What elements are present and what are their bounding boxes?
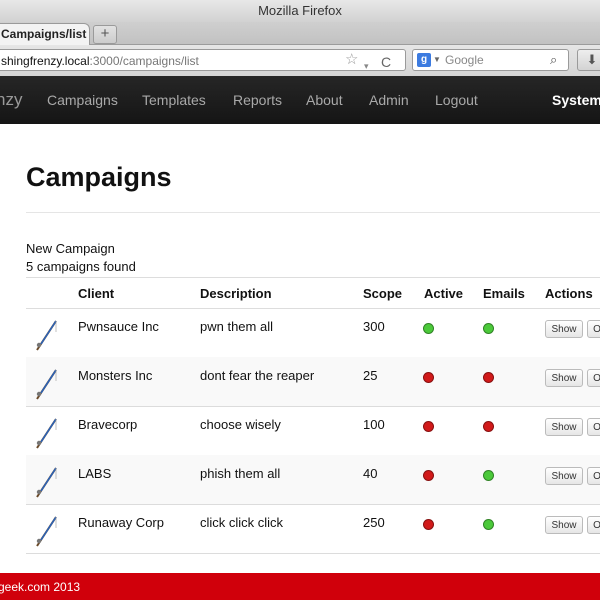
tab-strip: Campaigns/list + xyxy=(0,22,600,45)
emails-status-icon xyxy=(483,372,494,383)
table-row: Bravecorp choose wisely 100 Show O xyxy=(26,406,600,456)
emails-status-icon xyxy=(483,470,494,481)
show-button[interactable]: Show xyxy=(545,320,583,338)
nav-reports[interactable]: Reports xyxy=(233,92,282,108)
nav-about[interactable]: About xyxy=(306,92,343,108)
url-path: :3000/campaigns/list xyxy=(89,54,199,68)
show-button[interactable]: Show xyxy=(545,369,583,387)
client-cell: Monsters Inc xyxy=(78,368,153,383)
table-row: LABS phish them all 40 Show O xyxy=(26,455,600,505)
active-status-icon xyxy=(423,323,434,334)
url-dropdown-icon[interactable]: ▾ xyxy=(364,55,369,70)
description-cell: phish them all xyxy=(200,466,281,481)
new-campaign-link[interactable]: New Campaign xyxy=(26,241,115,256)
nav-logout[interactable]: Logout xyxy=(435,92,478,108)
search-engine-dropdown-icon[interactable]: ▼ xyxy=(433,50,441,70)
description-cell: pwn them all xyxy=(200,319,273,334)
client-cell: LABS xyxy=(78,466,112,481)
url-bar[interactable]: shingfrenzy.local:3000/campaigns/list ☆ … xyxy=(0,49,406,71)
description-cell: click click click xyxy=(200,515,284,530)
scope-cell: 250 xyxy=(363,515,385,530)
header-actions: Actions xyxy=(545,286,593,301)
active-status-icon xyxy=(423,519,434,530)
description-cell: dont fear the reaper xyxy=(200,368,315,383)
url-host: shingfrenzy.local xyxy=(1,54,90,68)
browser-toolbar: shingfrenzy.local:3000/campaigns/list ☆ … xyxy=(0,45,600,77)
show-button[interactable]: Show xyxy=(545,516,583,534)
google-icon[interactable]: g xyxy=(417,53,431,67)
fishing-rod-icon xyxy=(32,367,58,401)
window-title: Mozilla Firefox xyxy=(0,0,600,23)
emails-status-icon xyxy=(483,323,494,334)
options-button[interactable]: O xyxy=(587,369,600,387)
divider xyxy=(26,212,600,213)
header-scope: Scope xyxy=(363,286,403,301)
active-status-icon xyxy=(423,372,434,383)
nav-admin[interactable]: Admin xyxy=(369,92,409,108)
scope-cell: 25 xyxy=(363,368,378,383)
description-cell: choose wisely xyxy=(200,417,281,432)
table-row: Pwnsauce Inc pwn them all 300 Show O xyxy=(26,308,600,358)
emails-status-icon xyxy=(483,519,494,530)
footer: geek.com 2013 xyxy=(0,573,600,600)
footer-text: geek.com 2013 xyxy=(0,580,81,594)
fishing-rod-icon xyxy=(32,465,58,499)
options-button[interactable]: O xyxy=(587,516,600,534)
header-emails: Emails xyxy=(483,286,525,301)
scope-cell: 300 xyxy=(363,319,385,334)
fishing-rod-icon xyxy=(32,318,58,352)
nav-templates[interactable]: Templates xyxy=(142,92,206,108)
scope-cell: 40 xyxy=(363,466,378,481)
header-description: Description xyxy=(200,286,272,301)
scope-cell: 100 xyxy=(363,417,385,432)
bookmark-star-icon[interactable]: ☆ xyxy=(345,52,358,68)
client-cell: Bravecorp xyxy=(78,417,138,432)
new-tab-button[interactable]: + xyxy=(93,25,117,44)
show-button[interactable]: Show xyxy=(545,467,583,485)
client-cell: Runaway Corp xyxy=(78,515,164,530)
magnifier-icon[interactable]: ⌕ xyxy=(550,50,557,70)
table-row: Monsters Inc dont fear the reaper 25 Show O xyxy=(26,357,600,407)
table-header: Client Description Scope Active Emails A… xyxy=(26,277,600,309)
table-row: Runaway Corp click click click 250 Show O xyxy=(26,504,600,554)
app-navbar: nzy Campaigns Templates Reports About Ad… xyxy=(0,76,600,124)
search-placeholder: Google xyxy=(445,53,484,67)
reload-icon[interactable]: C xyxy=(381,51,391,70)
active-status-icon xyxy=(423,421,434,432)
options-button[interactable]: O xyxy=(587,320,600,338)
brand-logo[interactable]: nzy xyxy=(0,90,22,110)
search-input[interactable]: g ▼ Google ⌕ xyxy=(412,49,569,71)
page-title: Campaigns xyxy=(26,162,172,192)
options-button[interactable]: O xyxy=(587,418,600,436)
nav-system[interactable]: System xyxy=(552,92,600,108)
active-status-icon xyxy=(423,470,434,481)
fishing-rod-icon xyxy=(32,514,58,548)
options-button[interactable]: O xyxy=(587,467,600,485)
campaign-count: 5 campaigns found xyxy=(26,259,136,274)
download-button[interactable]: ⬇ xyxy=(577,49,600,71)
tab-campaigns-list[interactable]: Campaigns/list xyxy=(0,23,90,45)
header-client: Client xyxy=(78,286,115,301)
client-cell: Pwnsauce Inc xyxy=(78,319,159,334)
nav-campaigns[interactable]: Campaigns xyxy=(47,92,118,108)
header-active: Active xyxy=(424,286,464,301)
fishing-rod-icon xyxy=(32,416,58,450)
show-button[interactable]: Show xyxy=(545,418,583,436)
emails-status-icon xyxy=(483,421,494,432)
